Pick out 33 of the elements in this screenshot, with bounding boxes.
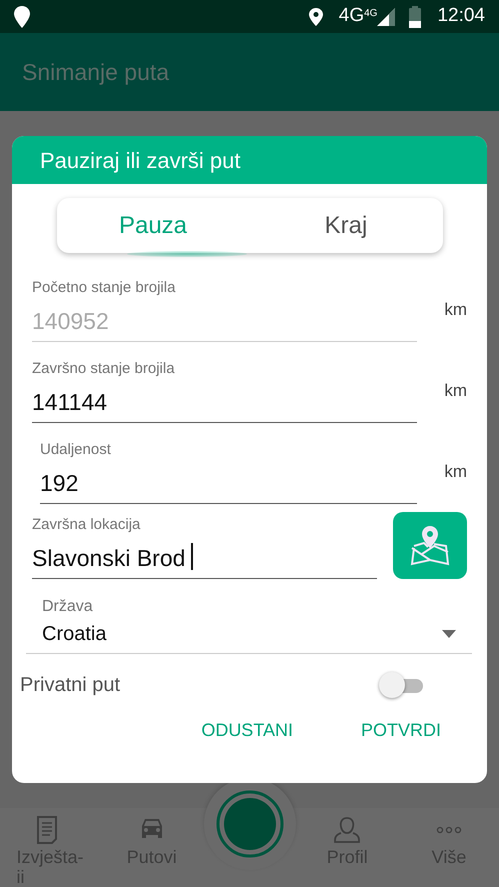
dropdown-label: Država	[41, 597, 94, 617]
field-label: Završno stanje brojila	[32, 359, 176, 379]
dropdown-caret-icon	[442, 630, 456, 638]
signal-icon	[377, 8, 396, 26]
more-icon	[435, 826, 463, 834]
network-label: 4G	[364, 7, 378, 21]
unit-label: km	[443, 460, 467, 483]
app-title: Snimanje puta	[22, 58, 170, 87]
location-icon	[308, 8, 323, 26]
field-label: Udaljenost	[40, 440, 112, 460]
location-pin-icon	[14, 6, 30, 28]
country-dropdown[interactable]: Croatia	[26, 619, 472, 654]
text-button[interactable]: ODUSTANI	[195, 716, 299, 745]
clock: 12:04	[437, 4, 485, 28]
toggle-switch[interactable]	[379, 672, 423, 698]
input-field[interactable]: Slavonski Brod	[32, 536, 377, 579]
network-label: 4G	[338, 4, 364, 28]
field-label: Početno stanje brojila	[32, 278, 176, 298]
person-icon	[333, 816, 362, 844]
battery-icon	[409, 6, 422, 28]
input-field[interactable]: 192	[40, 462, 417, 504]
segment-tab[interactable]: Pauza	[56, 198, 250, 253]
input-field[interactable]: 141144	[32, 380, 417, 423]
field-label: Završna lokacija	[32, 515, 142, 535]
toggle-label: Privatni put	[20, 673, 120, 698]
segment-tab[interactable]: Kraj	[250, 198, 442, 253]
dialog-title: Pauziraj ili završi put	[40, 146, 241, 175]
unit-label: km	[443, 298, 467, 321]
text-button[interactable]: POTVRDI	[354, 716, 447, 745]
map-pin-icon	[408, 524, 452, 568]
map-button[interactable]	[393, 512, 467, 579]
record-icon	[216, 790, 284, 858]
unit-label: km	[443, 380, 467, 402]
